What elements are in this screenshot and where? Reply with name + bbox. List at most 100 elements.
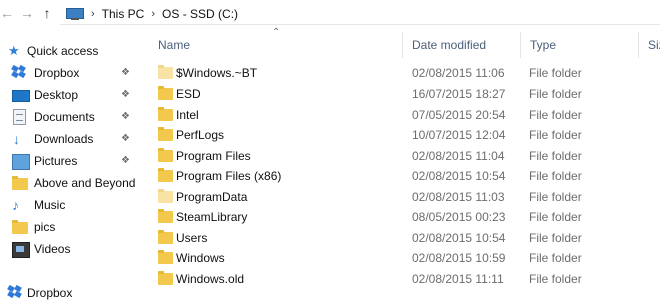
file-type: File folder xyxy=(529,272,582,286)
file-row[interactable]: PerfLogs 10/07/2015 12:04 File folder xyxy=(150,125,660,146)
desktop-icon xyxy=(12,90,30,102)
file-type: File folder xyxy=(529,251,582,265)
nav-item-dropbox[interactable]: Dropbox ❖ xyxy=(0,62,145,84)
file-date: 02/08/2015 10:54 xyxy=(412,231,506,245)
folder-icon xyxy=(158,148,173,162)
nav-item-label: Documents xyxy=(34,110,95,124)
file-row[interactable]: Windows.old 02/08/2015 11:11 File folder xyxy=(150,269,660,290)
nav-item-label: Videos xyxy=(34,242,71,256)
file-row[interactable]: ProgramData 02/08/2015 11:03 File folder xyxy=(150,187,660,208)
file-type: File folder xyxy=(529,87,582,101)
breadcrumb-separator-icon[interactable]: › xyxy=(91,8,95,20)
dropbox-icon xyxy=(7,284,24,300)
navigation-pane: ★ Quick access Dropbox ❖ Desktop ❖ Docum… xyxy=(0,38,145,300)
nav-item-videos[interactable]: Videos xyxy=(0,238,145,260)
file-date: 02/08/2015 11:06 xyxy=(412,66,505,80)
folder-icon xyxy=(158,168,173,182)
breadcrumb-this-pc[interactable]: This PC xyxy=(102,7,145,21)
nav-item-dropbox-root[interactable]: Dropbox xyxy=(0,282,145,304)
pin-icon[interactable]: ❖ xyxy=(121,155,131,167)
file-name: ESD xyxy=(176,87,201,101)
file-type: File folder xyxy=(529,190,582,204)
column-header-date-modified[interactable]: Date modified xyxy=(412,30,486,60)
column-header-name[interactable]: Name xyxy=(158,30,190,60)
file-row[interactable]: Users 02/08/2015 10:54 File folder xyxy=(150,228,660,249)
nav-item-desktop[interactable]: Desktop ❖ xyxy=(0,84,145,106)
star-icon: ★ xyxy=(8,43,20,58)
file-name: Windows.old xyxy=(176,272,245,286)
file-row[interactable]: Windows 02/08/2015 10:59 File folder xyxy=(150,248,660,269)
folder-icon xyxy=(158,127,173,141)
file-type: File folder xyxy=(529,210,582,224)
folder-icon xyxy=(158,230,173,244)
nav-item-label: pics xyxy=(34,220,56,234)
nav-item-music[interactable]: ♪ Music xyxy=(0,194,145,216)
file-date: 02/08/2015 11:03 xyxy=(412,190,505,204)
downloads-icon: ↓ xyxy=(13,131,20,147)
folder-icon xyxy=(158,189,173,203)
file-date: 16/07/2015 18:27 xyxy=(412,87,506,101)
forward-arrow-icon[interactable]: → xyxy=(20,4,34,22)
folder-icon xyxy=(158,107,173,121)
column-divider[interactable] xyxy=(402,32,403,58)
file-name: Program Files (x86) xyxy=(176,169,282,183)
file-date: 02/08/2015 10:59 xyxy=(412,251,506,265)
folder-icon xyxy=(12,176,28,190)
file-row[interactable]: Intel 07/05/2015 20:54 File folder xyxy=(150,105,660,126)
music-icon: ♪ xyxy=(12,197,19,213)
up-arrow-icon[interactable]: ↑ xyxy=(40,4,54,22)
file-type: File folder xyxy=(529,108,582,122)
nav-item-label: Dropbox xyxy=(27,286,73,300)
file-row[interactable]: $Windows.~BT 02/08/2015 11:06 File folde… xyxy=(150,63,660,84)
file-type: File folder xyxy=(529,66,582,80)
file-row[interactable]: ESD 16/07/2015 18:27 File folder xyxy=(150,84,660,105)
folder-icon xyxy=(158,65,173,79)
videos-icon xyxy=(12,242,30,258)
file-name: Windows xyxy=(176,251,225,265)
column-divider[interactable] xyxy=(520,32,521,58)
column-header-type[interactable]: Type xyxy=(530,30,556,60)
nav-item-quick-access[interactable]: ★ Quick access xyxy=(0,40,145,62)
file-name: PerfLogs xyxy=(176,128,225,142)
pin-icon[interactable]: ❖ xyxy=(121,111,131,123)
nav-item-label: Above and Beyond xyxy=(34,176,136,190)
breadcrumb-drive[interactable]: OS - SSD (C:) xyxy=(162,7,238,21)
file-name: Intel xyxy=(176,108,199,122)
folder-icon xyxy=(158,209,173,223)
nav-item-pics[interactable]: pics xyxy=(0,216,145,238)
nav-item-label: Music xyxy=(34,198,66,212)
file-name: Users xyxy=(176,231,208,245)
file-type: File folder xyxy=(529,128,582,142)
file-name: Program Files xyxy=(176,149,251,163)
file-date: 02/08/2015 11:11 xyxy=(412,272,504,286)
file-name: SteamLibrary xyxy=(176,210,248,224)
nav-item-documents[interactable]: Documents ❖ xyxy=(0,106,145,128)
pin-icon[interactable]: ❖ xyxy=(121,67,131,79)
file-date: 08/05/2015 00:23 xyxy=(412,210,506,224)
file-type: File folder xyxy=(529,231,582,245)
file-date: 02/08/2015 11:04 xyxy=(412,149,505,163)
file-type: File folder xyxy=(529,149,582,163)
address-bar[interactable]: › This PC › OS - SSD (C:) xyxy=(60,4,660,25)
pin-icon[interactable]: ❖ xyxy=(121,89,131,101)
nav-item-above-and-beyond[interactable]: Above and Beyond xyxy=(0,172,145,194)
file-row[interactable]: SteamLibrary 08/05/2015 00:23 File folde… xyxy=(150,207,660,228)
file-date: 07/05/2015 20:54 xyxy=(412,108,506,122)
nav-item-pictures[interactable]: Pictures ❖ xyxy=(0,150,145,172)
file-name: ProgramData xyxy=(176,190,248,204)
file-date: 02/08/2015 10:54 xyxy=(412,169,506,183)
column-header-size[interactable]: Size xyxy=(648,30,660,60)
nav-item-downloads[interactable]: ↓ Downloads ❖ xyxy=(0,128,145,150)
nav-item-label: Quick access xyxy=(27,44,99,58)
this-pc-icon xyxy=(66,7,84,21)
file-name: $Windows.~BT xyxy=(176,66,258,80)
back-arrow-icon[interactable]: ← xyxy=(0,4,14,22)
file-row[interactable]: Program Files (x86) 02/08/2015 10:54 Fil… xyxy=(150,166,660,187)
nav-item-label: Pictures xyxy=(34,154,78,168)
breadcrumb-separator-icon[interactable]: › xyxy=(151,8,155,20)
file-row[interactable]: Program Files 02/08/2015 11:04 File fold… xyxy=(150,146,660,167)
pin-icon[interactable]: ❖ xyxy=(121,133,131,145)
column-divider[interactable] xyxy=(638,32,639,58)
dropbox-icon xyxy=(11,64,28,80)
pictures-icon xyxy=(12,154,30,170)
